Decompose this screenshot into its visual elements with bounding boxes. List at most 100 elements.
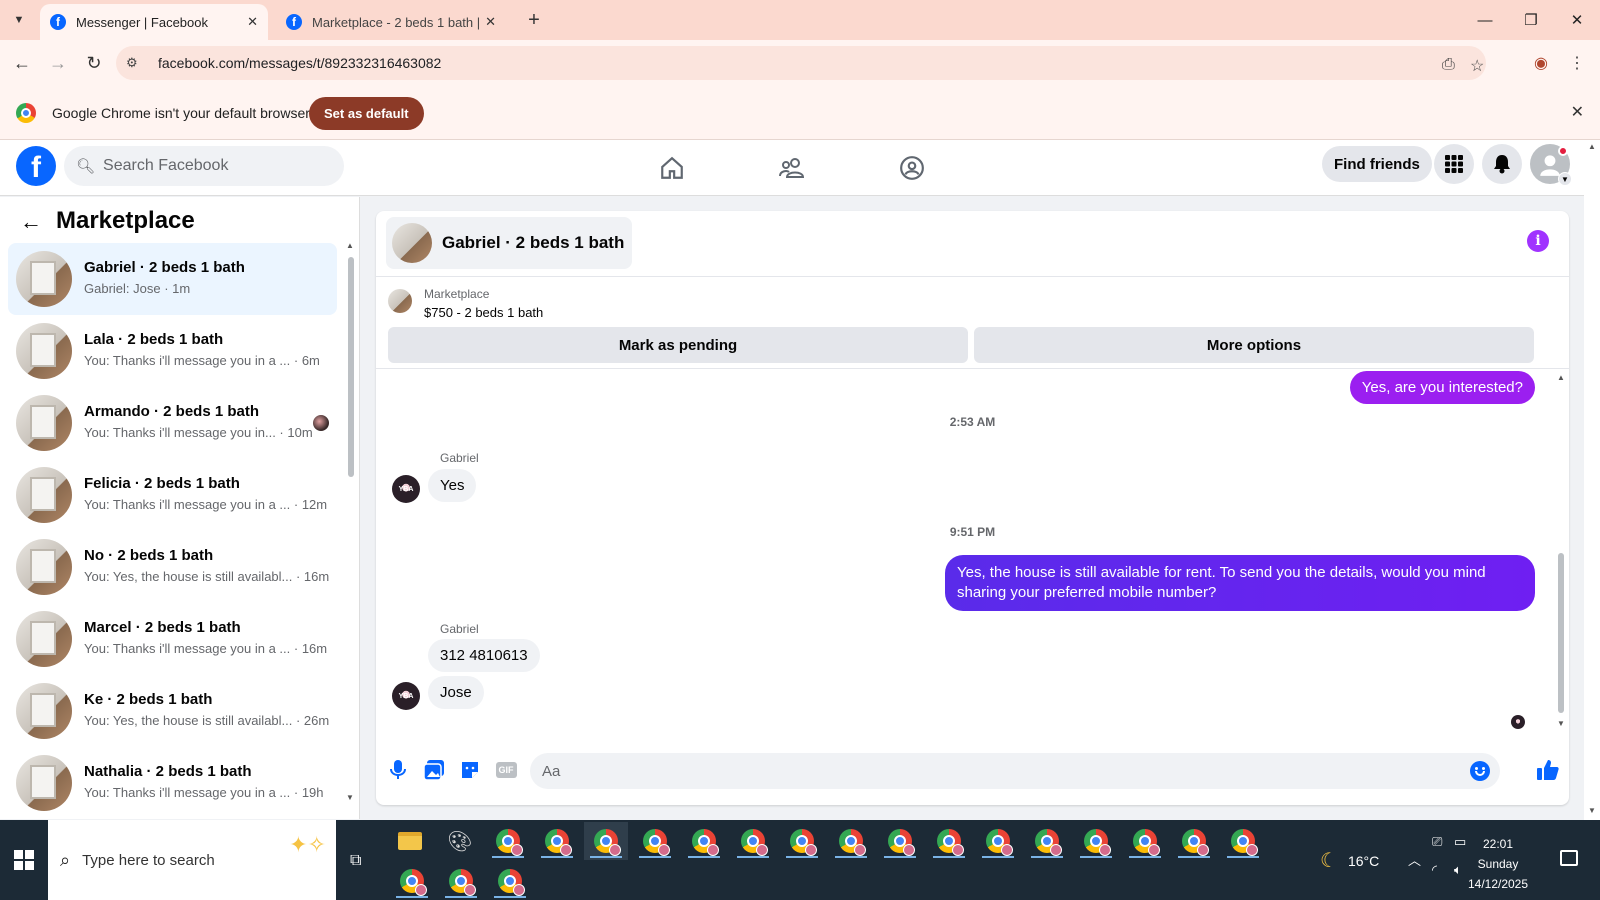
scroll-down-icon[interactable]: ▼	[1557, 719, 1565, 728]
facebook-search[interactable]: 🔍︎	[64, 146, 344, 186]
thumbs-up-icon[interactable]	[1536, 758, 1560, 782]
scroll-up-icon[interactable]: ▲	[1588, 142, 1596, 151]
profile-icon[interactable]: ◉	[1529, 51, 1553, 75]
emoji-icon[interactable]	[1470, 761, 1490, 781]
menu-kebab-icon[interactable]: ⋮	[1565, 51, 1589, 75]
chevron-down-icon[interactable]: ▼	[1558, 172, 1572, 186]
tab-close-icon[interactable]: ✕	[485, 14, 496, 30]
thread-scrollbar[interactable]: ▲ ▼	[1557, 373, 1565, 729]
set-as-default-button[interactable]: Set as default	[309, 97, 424, 130]
friends-icon[interactable]	[772, 148, 812, 188]
infobar-close-icon[interactable]: ✕	[1571, 102, 1584, 122]
conversation-item[interactable]: Armando · 2 beds 1 bath You: Thanks i'll…	[8, 387, 337, 459]
account-avatar[interactable]: ▼	[1530, 144, 1572, 186]
photo-icon[interactable]	[422, 758, 446, 782]
system-clock[interactable]: 22:01 Sunday 14/12/2025	[1458, 834, 1538, 894]
scrollbar-thumb[interactable]	[348, 257, 354, 477]
chevron-up-icon[interactable]: ︿	[1408, 850, 1421, 869]
chrome-icon[interactable]	[584, 822, 628, 860]
find-friends-button[interactable]: Find friends	[1322, 146, 1432, 182]
new-tab-icon[interactable]: +	[522, 8, 546, 32]
chrome-icon[interactable]	[1221, 822, 1265, 860]
chrome-icon[interactable]	[780, 822, 824, 860]
menu-grid-icon[interactable]	[1434, 144, 1474, 184]
chrome-icon[interactable]	[1172, 822, 1216, 860]
chrome-icon[interactable]	[731, 822, 775, 860]
search-input[interactable]	[103, 157, 324, 175]
page-scrollbar[interactable]: ▲ ▼	[1584, 140, 1600, 820]
more-options-button[interactable]: More options	[974, 327, 1534, 363]
contact-avatar[interactable]: YBA	[392, 682, 420, 710]
conversation-item[interactable]: No · 2 beds 1 bath You: Yes, the house i…	[8, 531, 337, 603]
conversation-item[interactable]: Nathalia · 2 beds 1 bath You: Thanks i'l…	[8, 747, 337, 819]
mark-as-pending-button[interactable]: Mark as pending	[388, 327, 968, 363]
conversation-item[interactable]: Lala · 2 beds 1 bath You: Thanks i'll me…	[8, 315, 337, 387]
tab-search-icon[interactable]: ▼	[6, 8, 32, 32]
message-input[interactable]	[542, 762, 1442, 780]
tab-close-icon[interactable]: ✕	[247, 14, 258, 30]
chrome-icon[interactable]	[390, 862, 434, 900]
notifications-bell-icon[interactable]	[1482, 144, 1522, 184]
install-app-icon[interactable]: ⎙	[1442, 56, 1455, 74]
tab-messenger[interactable]: f Messenger | Facebook ✕	[40, 4, 268, 40]
gif-icon[interactable]: GIF	[494, 758, 518, 782]
scroll-up-icon[interactable]: ▲	[1557, 373, 1565, 382]
back-arrow-icon[interactable]: ←	[10, 51, 34, 75]
incoming-message[interactable]: Jose	[428, 676, 484, 709]
address-bar[interactable]: ⚙ facebook.com/messages/t/89233231646308…	[116, 46, 1486, 80]
listing-title[interactable]: $750 - 2 beds 1 bath	[424, 305, 543, 320]
chrome-icon[interactable]	[682, 822, 726, 860]
incoming-message[interactable]: Yes	[428, 469, 477, 502]
chrome-icon[interactable]	[1123, 822, 1167, 860]
chrome-icon[interactable]	[976, 822, 1020, 860]
chrome-icon[interactable]	[488, 862, 532, 900]
back-arrow-icon[interactable]: ←	[20, 209, 42, 235]
site-settings-icon[interactable]: ⚙	[126, 55, 146, 71]
incoming-message[interactable]: 312 4810613	[428, 639, 540, 672]
task-view-icon[interactable]: ⧉	[350, 852, 361, 870]
file-explorer-icon[interactable]	[388, 822, 432, 860]
info-icon[interactable]: i	[1527, 230, 1549, 252]
taskbar-search-input[interactable]	[82, 851, 243, 869]
tab-marketplace[interactable]: f Marketplace - 2 beds 1 bath | Fa ✕	[276, 4, 506, 40]
chrome-icon[interactable]	[829, 822, 873, 860]
wifi-icon[interactable]: ◜	[1432, 862, 1437, 878]
bookmark-star-icon[interactable]: ☆	[1470, 56, 1484, 76]
minimize-icon[interactable]: —	[1470, 8, 1500, 32]
chrome-icon[interactable]	[439, 862, 483, 900]
chrome-icon[interactable]	[486, 822, 530, 860]
notification-center-icon[interactable]	[1560, 850, 1578, 866]
taskbar-search[interactable]: ⌕ ✦✧	[48, 820, 336, 900]
home-icon[interactable]	[652, 148, 692, 188]
chrome-icon[interactable]	[927, 822, 971, 860]
chrome-icon[interactable]	[633, 822, 677, 860]
scroll-up-icon[interactable]: ▲	[346, 241, 354, 250]
outgoing-message[interactable]: Yes, the house is still available for re…	[945, 555, 1535, 611]
contact-avatar[interactable]: YBA	[392, 475, 420, 503]
paint-app-icon[interactable]: 🎨︎	[438, 822, 482, 860]
chrome-icon[interactable]	[1025, 822, 1069, 860]
microphone-icon[interactable]	[386, 758, 410, 782]
conversation-item[interactable]: Ke · 2 beds 1 bath You: Yes, the house i…	[8, 675, 337, 747]
groups-icon[interactable]	[892, 148, 932, 188]
windows-start-icon[interactable]	[14, 850, 34, 870]
outgoing-message[interactable]: Yes, are you interested?	[1349, 371, 1535, 404]
conversation-item[interactable]: Gabriel · 2 beds 1 bath Gabriel: Jose · …	[8, 243, 337, 315]
chrome-icon[interactable]	[1074, 822, 1118, 860]
conversation-item[interactable]: Felicia · 2 beds 1 bath You: Thanks i'll…	[8, 459, 337, 531]
sticker-icon[interactable]	[458, 758, 482, 782]
facebook-logo-icon[interactable]: f	[16, 146, 56, 186]
scroll-down-icon[interactable]: ▼	[346, 793, 354, 802]
chrome-icon[interactable]	[535, 822, 579, 860]
forward-arrow-icon[interactable]: →	[46, 51, 70, 75]
scrollbar-thumb[interactable]	[1558, 553, 1564, 713]
window-close-icon[interactable]: ✕	[1562, 8, 1592, 32]
restore-icon[interactable]: ❐	[1516, 8, 1546, 32]
reload-icon[interactable]: ↻	[82, 51, 106, 75]
sidebar-scrollbar[interactable]: ▲ ▼	[346, 241, 354, 807]
message-input-field[interactable]	[530, 753, 1500, 789]
conversation-item[interactable]: Marcel · 2 beds 1 bath You: Thanks i'll …	[8, 603, 337, 675]
weather-widget[interactable]: ☾ 16°C	[1320, 848, 1379, 873]
chrome-icon[interactable]	[878, 822, 922, 860]
scroll-down-icon[interactable]: ▼	[1588, 806, 1596, 815]
